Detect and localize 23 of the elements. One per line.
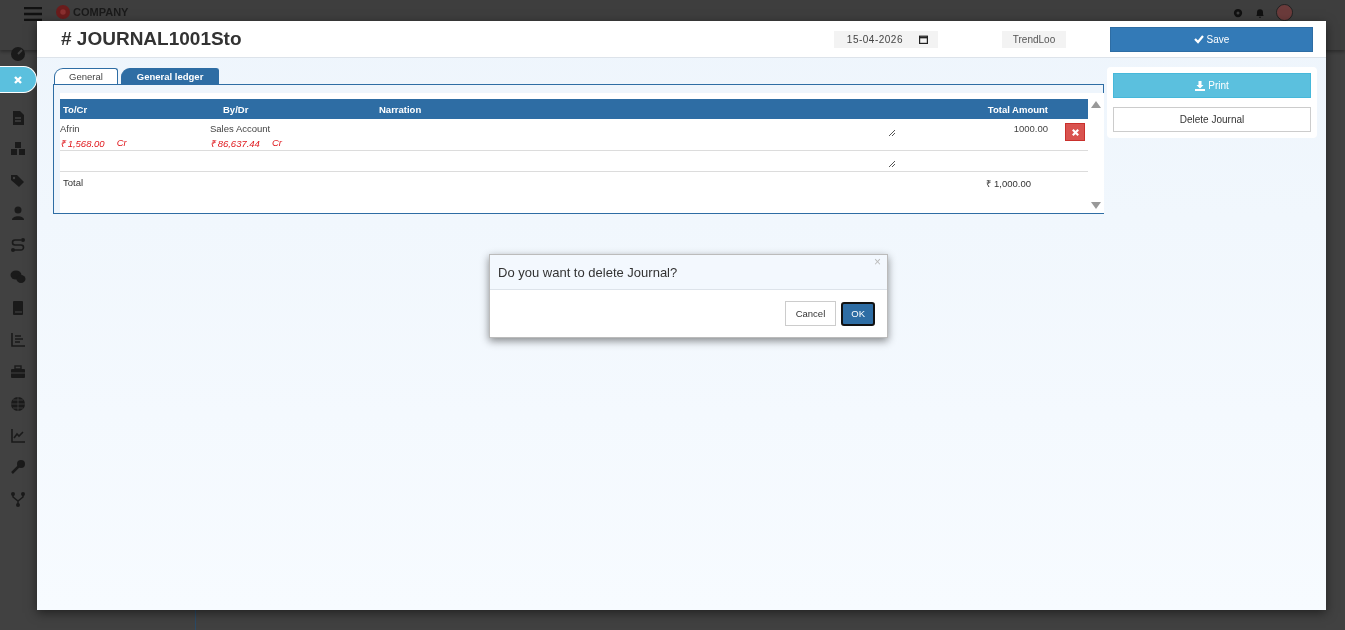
balance-amount: ₹ 1,568.00 <box>60 137 105 150</box>
amount-cell-text: 1000.00 <box>1012 123 1048 136</box>
dialog-message: Do you want to delete Journal? <box>498 264 678 280</box>
column-header: Total Amount <box>986 103 1048 115</box>
balance-side: Cr <box>116 137 127 150</box>
save-button[interactable]: Save <box>1110 26 1313 52</box>
company-field[interactable]: TrendLoo <box>1002 30 1066 48</box>
cancel-button[interactable]: Cancel <box>784 301 837 326</box>
column-header: By/Dr <box>222 103 250 115</box>
balance-side: Cr <box>271 137 282 150</box>
ok-button[interactable]: OK <box>841 301 875 326</box>
column-header: To/Cr <box>62 103 89 115</box>
column-header: Narration <box>378 103 423 115</box>
total-amount: ₹ 1,000.00 <box>986 177 1031 190</box>
total-label: Total <box>63 177 84 190</box>
tab[interactable]: General <box>54 68 118 84</box>
tab[interactable]: General ledger <box>120 68 220 84</box>
account-name: Afrin <box>60 123 81 134</box>
account-name: Sales Account <box>210 123 272 134</box>
date-field[interactable]: 15-04-2026 <box>834 30 938 48</box>
journal-title: # JOURNAL1001Sto <box>61 28 243 50</box>
balance-amount: ₹ 86,637.44 <box>210 137 260 150</box>
delete-journal-button[interactable]: Delete Journal <box>1113 107 1311 132</box>
